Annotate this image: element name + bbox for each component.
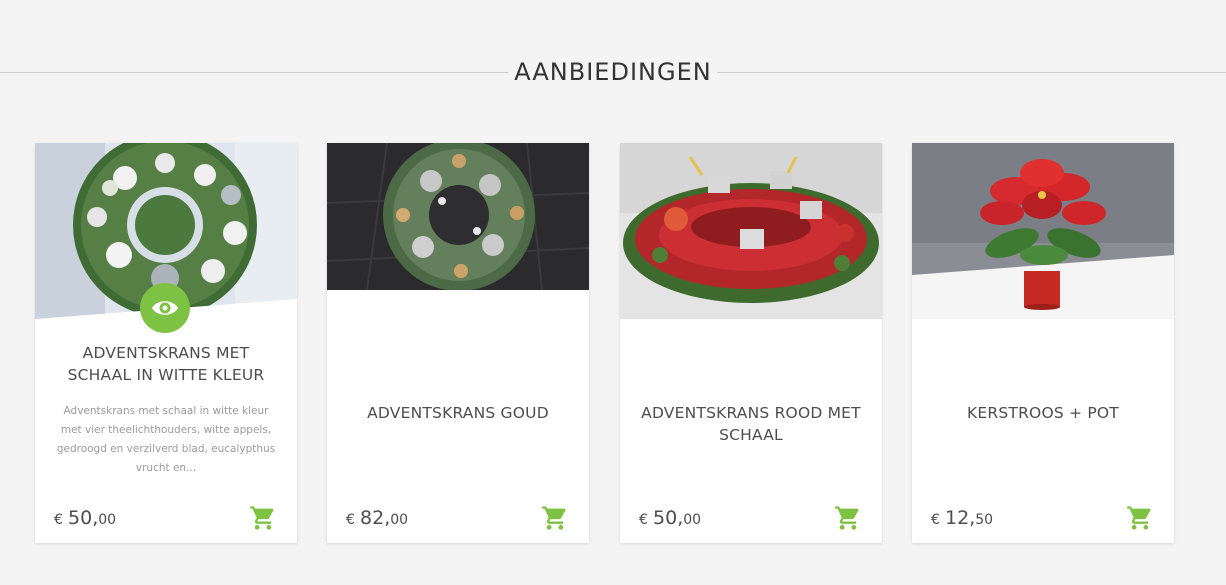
product-price: € 82,00 (346, 507, 408, 529)
price-decimals: 00 (98, 512, 117, 528)
product-name[interactable]: KERSTROOS + POT (926, 402, 1160, 424)
price-decimals: 50 (975, 512, 994, 528)
section-title: AANBIEDINGEN (508, 58, 718, 86)
add-to-cart-button[interactable] (834, 504, 862, 532)
price-integer: 82, (360, 507, 391, 529)
add-to-cart-button[interactable] (541, 504, 569, 532)
price-currency: € (931, 512, 940, 528)
price-integer: 50, (68, 507, 99, 529)
eye-icon (152, 301, 178, 315)
add-to-cart-button[interactable] (1126, 504, 1154, 532)
product-price: € 12,50 (931, 507, 993, 529)
shopping-cart-icon (542, 506, 566, 530)
product-name[interactable]: ADVENTSKRANS MET SCHAAL IN WITTE KLEUR (49, 342, 283, 386)
shopping-cart-icon (835, 506, 859, 530)
product-card[interactable]: ADVENTSKRANS ROOD MET SCHAAL € 50,00 (620, 143, 882, 543)
quick-view-button[interactable] (140, 283, 190, 333)
product-price: € 50,00 (639, 507, 701, 529)
price-decimals: 00 (390, 512, 409, 528)
product-card[interactable]: ADVENTSKRANS MET SCHAAL IN WITTE KLEUR A… (35, 143, 297, 543)
price-currency: € (639, 512, 648, 528)
shopping-cart-icon (250, 506, 274, 530)
product-name[interactable]: ADVENTSKRANS GOUD (341, 402, 575, 424)
section-header: AANBIEDINGEN (0, 50, 1226, 94)
price-integer: 50, (653, 507, 684, 529)
price-currency: € (346, 512, 355, 528)
product-name[interactable]: ADVENTSKRANS ROOD MET SCHAAL (634, 402, 868, 446)
product-card[interactable]: KERSTROOS + POT € 12,50 (912, 143, 1174, 543)
add-to-cart-button[interactable] (249, 504, 277, 532)
product-image[interactable] (912, 143, 1174, 319)
product-image[interactable] (327, 143, 589, 290)
price-decimals: 00 (683, 512, 702, 528)
product-card[interactable]: ADVENTSKRANS GOUD € 82,00 (327, 143, 589, 543)
product-description: Adventskrans met schaal in witte kleur m… (56, 405, 276, 474)
shopping-cart-icon (1127, 506, 1151, 530)
price-currency: € (54, 512, 63, 528)
price-integer: 12, (945, 507, 976, 529)
product-price: € 50,00 (54, 507, 116, 529)
product-image[interactable] (620, 143, 882, 319)
